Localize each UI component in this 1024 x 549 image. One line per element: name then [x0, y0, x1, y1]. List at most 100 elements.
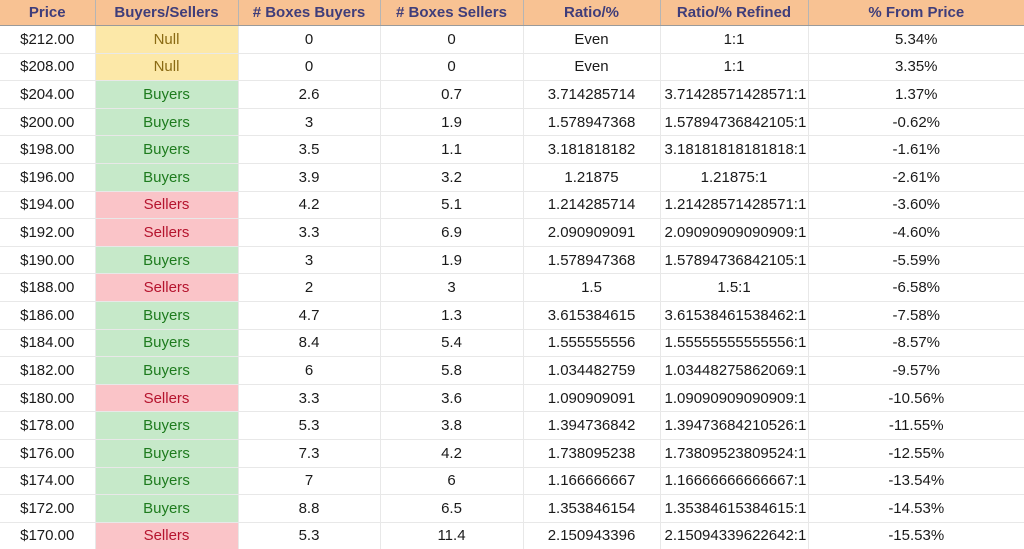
cell-ratio_refined[interactable]: 1:1: [660, 26, 808, 54]
cell-pct_from_price[interactable]: -2.61%: [808, 163, 1024, 191]
cell-side-buyers[interactable]: Buyers: [95, 467, 238, 495]
cell-price[interactable]: $194.00: [0, 191, 95, 219]
cell-boxes_buyers[interactable]: 6: [238, 357, 380, 385]
cell-boxes_buyers[interactable]: 3: [238, 246, 380, 274]
cell-price[interactable]: $212.00: [0, 26, 95, 54]
cell-boxes_sellers[interactable]: 4.2: [380, 439, 523, 467]
cell-pct_from_price[interactable]: -1.61%: [808, 136, 1024, 164]
cell-side-buyers[interactable]: Buyers: [95, 136, 238, 164]
cell-boxes_buyers[interactable]: 2: [238, 274, 380, 302]
cell-boxes_sellers[interactable]: 11.4: [380, 522, 523, 549]
cell-ratio[interactable]: 1.555555556: [523, 329, 660, 357]
cell-price[interactable]: $190.00: [0, 246, 95, 274]
table-row[interactable]: $178.00Buyers5.33.81.3947368421.39473684…: [0, 412, 1024, 440]
table-row[interactable]: $172.00Buyers8.86.51.3538461541.35384615…: [0, 495, 1024, 523]
cell-pct_from_price[interactable]: -15.53%: [808, 522, 1024, 549]
cell-boxes_sellers[interactable]: 3.2: [380, 163, 523, 191]
cell-ratio_refined[interactable]: 1.57894736842105:1: [660, 108, 808, 136]
cell-boxes_sellers[interactable]: 1.3: [380, 301, 523, 329]
cell-boxes_buyers[interactable]: 3.9: [238, 163, 380, 191]
cell-ratio_refined[interactable]: 1.39473684210526:1: [660, 412, 808, 440]
cell-ratio[interactable]: 1.21875: [523, 163, 660, 191]
column-header-pct_from_price[interactable]: % From Price: [808, 0, 1024, 26]
cell-side-buyers[interactable]: Buyers: [95, 301, 238, 329]
cell-boxes_sellers[interactable]: 0.7: [380, 81, 523, 109]
table-row[interactable]: $190.00Buyers31.91.5789473681.5789473684…: [0, 246, 1024, 274]
column-header-boxes_sellers[interactable]: # Boxes Sellers: [380, 0, 523, 26]
cell-ratio[interactable]: Even: [523, 26, 660, 54]
cell-price[interactable]: $196.00: [0, 163, 95, 191]
table-row[interactable]: $176.00Buyers7.34.21.7380952381.73809523…: [0, 439, 1024, 467]
cell-ratio_refined[interactable]: 3.71428571428571:1: [660, 81, 808, 109]
cell-ratio[interactable]: 1.166666667: [523, 467, 660, 495]
cell-ratio_refined[interactable]: 1.73809523809524:1: [660, 439, 808, 467]
cell-side-buyers[interactable]: Buyers: [95, 81, 238, 109]
cell-pct_from_price[interactable]: -3.60%: [808, 191, 1024, 219]
cell-boxes_sellers[interactable]: 6.9: [380, 219, 523, 247]
column-header-price[interactable]: Price: [0, 0, 95, 26]
cell-ratio_refined[interactable]: 2.09090909090909:1: [660, 219, 808, 247]
cell-price[interactable]: $198.00: [0, 136, 95, 164]
cell-side-buyers[interactable]: Buyers: [95, 495, 238, 523]
cell-boxes_buyers[interactable]: 0: [238, 53, 380, 81]
cell-ratio[interactable]: 3.714285714: [523, 81, 660, 109]
cell-boxes_buyers[interactable]: 4.2: [238, 191, 380, 219]
table-row[interactable]: $204.00Buyers2.60.73.7142857143.71428571…: [0, 81, 1024, 109]
cell-side-buyers[interactable]: Buyers: [95, 108, 238, 136]
cell-ratio[interactable]: 3.181818182: [523, 136, 660, 164]
cell-ratio[interactable]: 1.578947368: [523, 108, 660, 136]
cell-side-sellers[interactable]: Sellers: [95, 274, 238, 302]
cell-price[interactable]: $204.00: [0, 81, 95, 109]
cell-price[interactable]: $178.00: [0, 412, 95, 440]
cell-ratio[interactable]: 2.090909091: [523, 219, 660, 247]
cell-boxes_buyers[interactable]: 3.5: [238, 136, 380, 164]
cell-side-null[interactable]: Null: [95, 26, 238, 54]
table-row[interactable]: $192.00Sellers3.36.92.0909090912.0909090…: [0, 219, 1024, 247]
cell-side-buyers[interactable]: Buyers: [95, 357, 238, 385]
cell-ratio_refined[interactable]: 1:1: [660, 53, 808, 81]
cell-pct_from_price[interactable]: -0.62%: [808, 108, 1024, 136]
table-row[interactable]: $194.00Sellers4.25.11.2142857141.2142857…: [0, 191, 1024, 219]
cell-pct_from_price[interactable]: -10.56%: [808, 384, 1024, 412]
cell-pct_from_price[interactable]: -14.53%: [808, 495, 1024, 523]
cell-pct_from_price[interactable]: 1.37%: [808, 81, 1024, 109]
table-row[interactable]: $180.00Sellers3.33.61.0909090911.0909090…: [0, 384, 1024, 412]
cell-boxes_sellers[interactable]: 1.9: [380, 246, 523, 274]
cell-price[interactable]: $174.00: [0, 467, 95, 495]
cell-ratio[interactable]: 1.578947368: [523, 246, 660, 274]
cell-price[interactable]: $188.00: [0, 274, 95, 302]
cell-pct_from_price[interactable]: -12.55%: [808, 439, 1024, 467]
cell-boxes_sellers[interactable]: 5.8: [380, 357, 523, 385]
table-row[interactable]: $200.00Buyers31.91.5789473681.5789473684…: [0, 108, 1024, 136]
cell-pct_from_price[interactable]: -4.60%: [808, 219, 1024, 247]
cell-boxes_buyers[interactable]: 3.3: [238, 384, 380, 412]
cell-ratio[interactable]: 1.090909091: [523, 384, 660, 412]
column-header-side[interactable]: Buyers/Sellers: [95, 0, 238, 26]
cell-ratio_refined[interactable]: 1.57894736842105:1: [660, 246, 808, 274]
cell-price[interactable]: $186.00: [0, 301, 95, 329]
cell-pct_from_price[interactable]: 5.34%: [808, 26, 1024, 54]
cell-ratio[interactable]: 1.353846154: [523, 495, 660, 523]
cell-boxes_sellers[interactable]: 0: [380, 53, 523, 81]
cell-side-buyers[interactable]: Buyers: [95, 412, 238, 440]
cell-side-sellers[interactable]: Sellers: [95, 191, 238, 219]
cell-boxes_buyers[interactable]: 7.3: [238, 439, 380, 467]
cell-boxes_sellers[interactable]: 1.9: [380, 108, 523, 136]
cell-price[interactable]: $208.00: [0, 53, 95, 81]
cell-boxes_buyers[interactable]: 3: [238, 108, 380, 136]
cell-boxes_sellers[interactable]: 3.8: [380, 412, 523, 440]
cell-boxes_sellers[interactable]: 3: [380, 274, 523, 302]
table-row[interactable]: $182.00Buyers65.81.0344827591.0344827586…: [0, 357, 1024, 385]
table-row[interactable]: $196.00Buyers3.93.21.218751.21875:1-2.61…: [0, 163, 1024, 191]
cell-side-buyers[interactable]: Buyers: [95, 246, 238, 274]
cell-side-buyers[interactable]: Buyers: [95, 163, 238, 191]
cell-ratio_refined[interactable]: 3.18181818181818:1: [660, 136, 808, 164]
cell-price[interactable]: $180.00: [0, 384, 95, 412]
cell-ratio[interactable]: 1.394736842: [523, 412, 660, 440]
cell-pct_from_price[interactable]: -6.58%: [808, 274, 1024, 302]
table-row[interactable]: $198.00Buyers3.51.13.1818181823.18181818…: [0, 136, 1024, 164]
cell-price[interactable]: $182.00: [0, 357, 95, 385]
cell-boxes_buyers[interactable]: 0: [238, 26, 380, 54]
cell-boxes_buyers[interactable]: 8.4: [238, 329, 380, 357]
cell-side-sellers[interactable]: Sellers: [95, 384, 238, 412]
